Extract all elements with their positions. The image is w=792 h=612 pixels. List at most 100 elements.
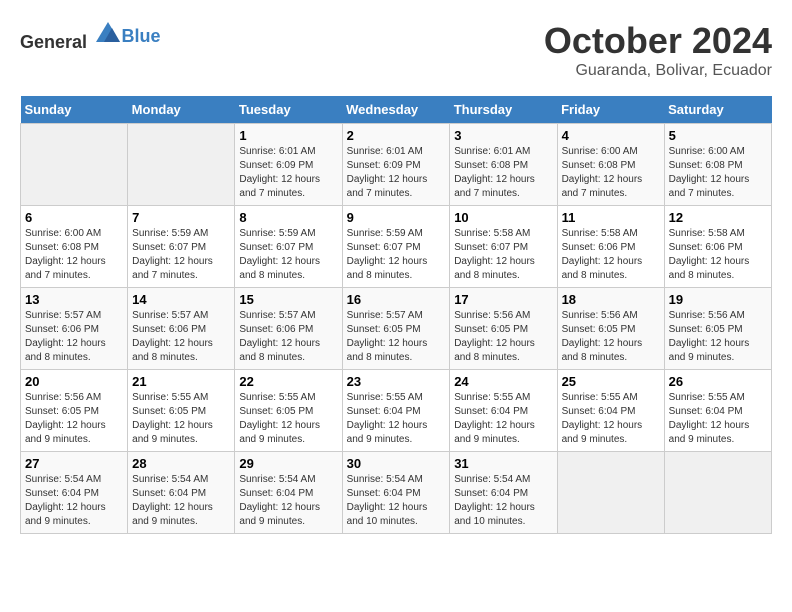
day-info: Sunrise: 5:56 AM Sunset: 6:05 PM Dayligh… [25,391,123,447]
day-info: Sunrise: 6:00 AM Sunset: 6:08 PM Dayligh… [669,145,767,201]
day-info: Sunrise: 5:54 AM Sunset: 6:04 PM Dayligh… [347,473,446,529]
day-info: Sunrise: 6:01 AM Sunset: 6:09 PM Dayligh… [347,145,446,201]
day-info: Sunrise: 5:57 AM Sunset: 6:06 PM Dayligh… [239,309,337,365]
day-number: 7 [132,210,230,225]
day-info: Sunrise: 5:55 AM Sunset: 6:04 PM Dayligh… [454,391,552,447]
day-info: Sunrise: 5:56 AM Sunset: 6:05 PM Dayligh… [669,309,767,365]
title-section: October 2024 Guaranda, Bolivar, Ecuador [544,20,772,80]
location-subtitle: Guaranda, Bolivar, Ecuador [544,62,772,80]
header-wednesday: Wednesday [342,96,450,124]
calendar-cell: 19 Sunrise: 5:56 AM Sunset: 6:05 PM Dayli… [664,288,771,370]
calendar-cell: 5 Sunrise: 6:00 AM Sunset: 6:08 PM Daylig… [664,124,771,206]
day-info: Sunrise: 6:00 AM Sunset: 6:08 PM Dayligh… [562,145,660,201]
day-info: Sunrise: 6:01 AM Sunset: 6:08 PM Dayligh… [454,145,552,201]
day-info: Sunrise: 6:00 AM Sunset: 6:08 PM Dayligh… [25,227,123,283]
header-thursday: Thursday [450,96,557,124]
calendar-cell: 28Sunrise: 5:54 AM Sunset: 6:04 PM Dayli… [128,452,235,534]
day-info: Sunrise: 5:54 AM Sunset: 6:04 PM Dayligh… [239,473,337,529]
calendar-cell: 20 Sunrise: 5:56 AM Sunset: 6:05 PM Dayli… [21,370,128,452]
day-number: 25 [562,374,660,389]
day-number: 19 [669,292,767,307]
calendar-cell: 8 Sunrise: 5:59 AM Sunset: 6:07 PM Daylig… [235,206,342,288]
day-info: Sunrise: 5:59 AM Sunset: 6:07 PM Dayligh… [132,227,230,283]
day-number: 26 [669,374,767,389]
calendar-week-2: 6 Sunrise: 6:00 AM Sunset: 6:08 PM Daylig… [21,206,772,288]
day-number: 30 [347,456,446,471]
calendar-cell: 9 Sunrise: 5:59 AM Sunset: 6:07 PM Daylig… [342,206,450,288]
month-title: October 2024 [544,20,772,62]
day-info: Sunrise: 5:55 AM Sunset: 6:05 PM Dayligh… [239,391,337,447]
calendar-week-1: 1 Sunrise: 6:01 AM Sunset: 6:09 PM Daylig… [21,124,772,206]
calendar-cell: 2Sunrise: 6:01 AM Sunset: 6:09 PM Daylig… [342,124,450,206]
day-number: 29 [239,456,337,471]
calendar-cell: 24 Sunrise: 5:55 AM Sunset: 6:04 PM Dayli… [450,370,557,452]
calendar-cell: 29 Sunrise: 5:54 AM Sunset: 6:04 PM Dayli… [235,452,342,534]
logo: General Blue [20,20,161,53]
calendar-cell: 6 Sunrise: 6:00 AM Sunset: 6:08 PM Daylig… [21,206,128,288]
calendar-cell: 26Sunrise: 5:55 AM Sunset: 6:04 PM Dayli… [664,370,771,452]
day-number: 12 [669,210,767,225]
calendar-cell: 31Sunrise: 5:54 AM Sunset: 6:04 PM Dayli… [450,452,557,534]
day-info: Sunrise: 5:54 AM Sunset: 6:04 PM Dayligh… [25,473,123,529]
calendar-cell [664,452,771,534]
day-number: 17 [454,292,552,307]
day-info: Sunrise: 5:58 AM Sunset: 6:06 PM Dayligh… [669,227,767,283]
header-sunday: Sunday [21,96,128,124]
header-friday: Friday [557,96,664,124]
day-info: Sunrise: 5:55 AM Sunset: 6:04 PM Dayligh… [347,391,446,447]
logo-icon [94,20,122,48]
calendar-cell [557,452,664,534]
calendar-cell: 17 Sunrise: 5:56 AM Sunset: 6:05 PM Dayli… [450,288,557,370]
calendar-cell: 4Sunrise: 6:00 AM Sunset: 6:08 PM Daylig… [557,124,664,206]
day-number: 22 [239,374,337,389]
day-info: Sunrise: 5:55 AM Sunset: 6:04 PM Dayligh… [562,391,660,447]
header-monday: Monday [128,96,235,124]
day-info: Sunrise: 5:59 AM Sunset: 6:07 PM Dayligh… [239,227,337,283]
day-info: Sunrise: 6:01 AM Sunset: 6:09 PM Dayligh… [239,145,337,201]
calendar-cell: 23 Sunrise: 5:55 AM Sunset: 6:04 PM Dayli… [342,370,450,452]
day-number: 31 [454,456,552,471]
calendar-cell: 3 Sunrise: 6:01 AM Sunset: 6:08 PM Daylig… [450,124,557,206]
calendar-cell: 25 Sunrise: 5:55 AM Sunset: 6:04 PM Dayli… [557,370,664,452]
calendar-cell: 7 Sunrise: 5:59 AM Sunset: 6:07 PM Daylig… [128,206,235,288]
calendar-cell: 12 Sunrise: 5:58 AM Sunset: 6:06 PM Dayli… [664,206,771,288]
calendar-cell: 10Sunrise: 5:58 AM Sunset: 6:07 PM Dayli… [450,206,557,288]
calendar-cell: 16Sunrise: 5:57 AM Sunset: 6:05 PM Dayli… [342,288,450,370]
day-number: 15 [239,292,337,307]
day-info: Sunrise: 5:56 AM Sunset: 6:05 PM Dayligh… [454,309,552,365]
day-info: Sunrise: 5:58 AM Sunset: 6:06 PM Dayligh… [562,227,660,283]
day-number: 11 [562,210,660,225]
logo-blue: Blue [122,26,161,46]
calendar-cell: 22 Sunrise: 5:55 AM Sunset: 6:05 PM Dayli… [235,370,342,452]
calendar-cell: 14 Sunrise: 5:57 AM Sunset: 6:06 PM Dayli… [128,288,235,370]
day-info: Sunrise: 5:57 AM Sunset: 6:06 PM Dayligh… [132,309,230,365]
day-number: 1 [239,128,337,143]
day-number: 3 [454,128,552,143]
day-number: 18 [562,292,660,307]
day-info: Sunrise: 5:59 AM Sunset: 6:07 PM Dayligh… [347,227,446,283]
day-info: Sunrise: 5:55 AM Sunset: 6:05 PM Dayligh… [132,391,230,447]
day-number: 5 [669,128,767,143]
day-number: 13 [25,292,123,307]
day-number: 23 [347,374,446,389]
logo-general: General [20,32,87,52]
calendar-cell: 27Sunrise: 5:54 AM Sunset: 6:04 PM Dayli… [21,452,128,534]
day-number: 24 [454,374,552,389]
calendar-cell: 30 Sunrise: 5:54 AM Sunset: 6:04 PM Dayli… [342,452,450,534]
day-number: 21 [132,374,230,389]
day-number: 14 [132,292,230,307]
day-number: 6 [25,210,123,225]
day-info: Sunrise: 5:58 AM Sunset: 6:07 PM Dayligh… [454,227,552,283]
calendar-header-row: Sunday Monday Tuesday Wednesday Thursday… [21,96,772,124]
calendar-cell: 15 Sunrise: 5:57 AM Sunset: 6:06 PM Dayli… [235,288,342,370]
day-number: 8 [239,210,337,225]
day-info: Sunrise: 5:54 AM Sunset: 6:04 PM Dayligh… [132,473,230,529]
day-info: Sunrise: 5:56 AM Sunset: 6:05 PM Dayligh… [562,309,660,365]
page-header: General Blue October 2024 Guaranda, Boli… [20,20,772,80]
day-number: 16 [347,292,446,307]
day-info: Sunrise: 5:57 AM Sunset: 6:06 PM Dayligh… [25,309,123,365]
calendar-week-4: 20 Sunrise: 5:56 AM Sunset: 6:05 PM Dayli… [21,370,772,452]
day-number: 20 [25,374,123,389]
day-number: 9 [347,210,446,225]
calendar-cell: 18 Sunrise: 5:56 AM Sunset: 6:05 PM Dayli… [557,288,664,370]
